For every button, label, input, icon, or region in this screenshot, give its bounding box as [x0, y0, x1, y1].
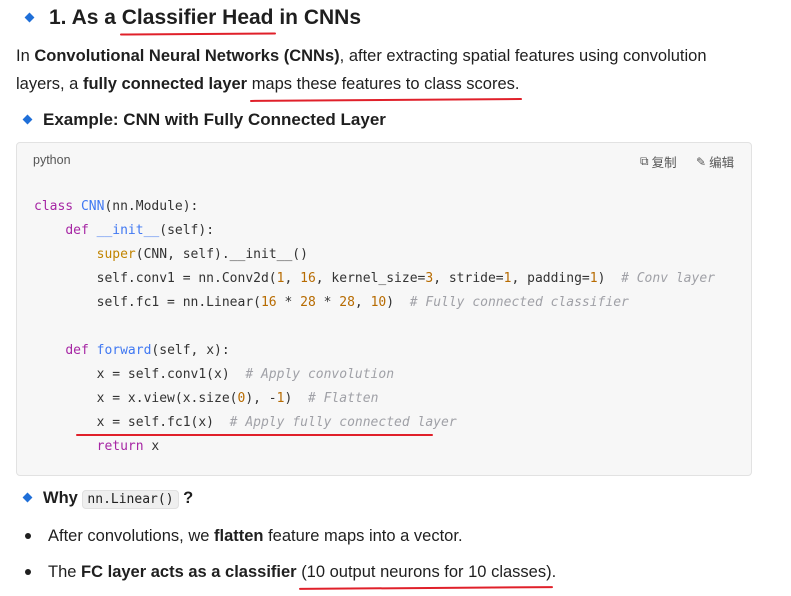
underlined-phrase: (10 output neurons for 10 classes) [301, 558, 551, 586]
intro-line-2: layers, a fully connected layer maps the… [16, 70, 519, 98]
edit-icon: ✎ [696, 154, 707, 169]
diamond-bullet-icon [24, 12, 35, 23]
code-annotation-underline [76, 434, 433, 436]
intro-line-1: In Convolutional Neural Networks (CNNs),… [16, 47, 707, 65]
inline-code: nn.Linear() [82, 490, 179, 509]
list-item: After convolutions, we flatten feature m… [48, 527, 463, 545]
copy-icon: ⧉ [640, 154, 649, 168]
section-heading: 1. As a Classifier Head in CNNs [49, 4, 361, 32]
code-language-label: python [33, 153, 71, 167]
list-item: The FC layer acts as a classifier (10 ou… [48, 558, 556, 586]
list-bullet [25, 533, 31, 539]
copy-button[interactable]: ⧉ 复制 [640, 152, 677, 171]
underlined-phrase: Classifier Head [122, 4, 274, 32]
why-heading: Why nn.Linear() ? [43, 489, 194, 509]
edit-button[interactable]: ✎ 编辑 [696, 152, 734, 171]
code-block: python ⧉ 复制 ✎ 编辑 class CNN(nn.Module): def… [16, 142, 752, 476]
list-bullet [25, 569, 31, 575]
underlined-phrase: maps these features to class scores. [252, 70, 520, 98]
diamond-bullet-icon [22, 492, 33, 503]
code-content: class CNN(nn.Module): def __init__(self)… [34, 199, 715, 454]
example-heading: Example: CNN with Fully Connected Layer [43, 110, 386, 129]
diamond-bullet-icon [22, 114, 33, 125]
